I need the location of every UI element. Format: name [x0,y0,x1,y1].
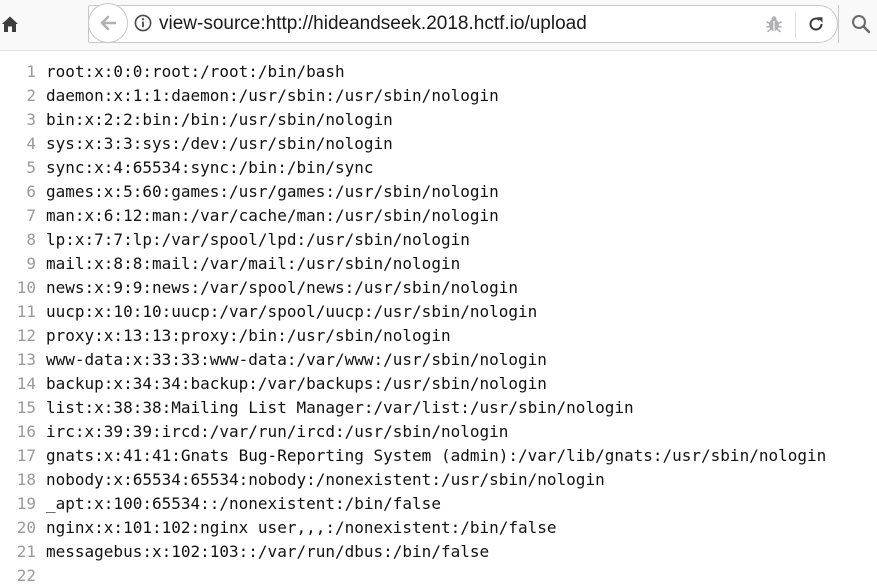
url-text[interactable]: view-source:http://hideandseek.2018.hctf… [159,13,587,35]
source-line: 18 nobody:x:65534:65534:nobody:/nonexiste… [0,468,877,492]
line-number: 4 [26,134,36,153]
source-line: 21 messagebus:x:102:103::/var/run/dbus:/b… [0,540,877,564]
source-line: 5 sync:x:4:65534:sync:/bin:/bin/sync [0,156,877,180]
line-content: irc:x:39:39:ircd:/var/run/ircd:/usr/sbin… [46,422,509,441]
line-number: 11 [16,302,36,321]
source-line: 22 [0,564,877,588]
source-line: 3 bin:x:2:2:bin:/bin:/usr/sbin/nologin [0,108,877,132]
line-number: 16 [16,422,36,441]
line-content: mail:x:8:8:mail:/var/mail:/usr/sbin/nolo… [46,254,461,273]
source-line: 12 proxy:x:13:13:proxy:/bin:/usr/sbin/nol… [0,324,877,348]
line-number: 1 [26,62,36,81]
line-content: gnats:x:41:41:Gnats Bug-Reporting System… [46,446,827,465]
info-icon[interactable] [134,14,152,32]
line-content: sync:x:4:65534:sync:/bin:/bin/sync [46,158,374,177]
line-content: www-data:x:33:33:www-data:/var/www:/usr/… [46,350,547,369]
source-line: 11 uucp:x:10:10:uucp:/var/spool/uucp:/usr… [0,300,877,324]
line-content: _apt:x:100:65534::/nonexistent:/bin/fals… [46,494,441,513]
line-number: 14 [16,374,36,393]
line-content: sys:x:3:3:sys:/dev:/usr/sbin/nologin [46,134,393,153]
reload-icon[interactable] [806,14,826,34]
source-line: 1 root:x:0:0:root:/root:/bin/bash [0,60,877,84]
line-number: 3 [26,110,36,129]
source-line: 7 man:x:6:12:man:/var/cache/man:/usr/sbin… [0,204,877,228]
source-view: 1 root:x:0:0:root:/root:/bin/bash 2 daemon:… [0,60,877,588]
source-line: 19 _apt:x:100:65534::/nonexistent:/bin/fa… [0,492,877,516]
line-content: daemon:x:1:1:daemon:/usr/sbin:/usr/sbin/… [46,86,499,105]
line-number: 19 [16,494,36,513]
line-number: 17 [16,446,36,465]
line-content: nginx:x:101:102:nginx user,,,:/nonexiste… [46,518,557,537]
line-content: man:x:6:12:man:/var/cache/man:/usr/sbin/… [46,206,499,225]
line-number: 7 [26,206,36,225]
source-line: 2 daemon:x:1:1:daemon:/usr/sbin:/usr/sbin… [0,84,877,108]
line-content: lp:x:7:7:lp:/var/spool/lpd:/usr/sbin/nol… [46,230,470,249]
line-number: 13 [16,350,36,369]
source-line: 8 lp:x:7:7:lp:/var/spool/lpd:/usr/sbin/no… [0,228,877,252]
line-number: 12 [16,326,36,345]
line-content: backup:x:34:34:backup:/var/backups:/usr/… [46,374,547,393]
search-icon[interactable] [850,13,872,35]
line-content: messagebus:x:102:103::/var/run/dbus:/bin… [46,542,490,561]
home-icon[interactable] [0,14,20,34]
line-number: 21 [16,542,36,561]
line-content: news:x:9:9:news:/var/spool/news:/usr/sbi… [46,278,519,297]
line-content: list:x:38:38:Mailing List Manager:/var/l… [46,398,634,417]
source-line: 14 backup:x:34:34:backup:/var/backups:/us… [0,372,877,396]
source-line: 20 nginx:x:101:102:nginx user,,,:/nonexis… [0,516,877,540]
line-content: nobody:x:65534:65534:nobody:/nonexistent… [46,470,605,489]
line-number: 22 [16,566,36,585]
source-line: 4 sys:x:3:3:sys:/dev:/usr/sbin/nologin [0,132,877,156]
line-number: 8 [26,230,36,249]
source-line: 16 irc:x:39:39:ircd:/var/run/ircd:/usr/sb… [0,420,877,444]
back-arrow-icon [100,15,117,31]
line-number: 10 [16,278,36,297]
line-number: 15 [16,398,36,417]
source-line: 15 list:x:38:38:Mailing List Manager:/var… [0,396,877,420]
line-number: 9 [26,254,36,273]
url-bar-separator [795,12,796,38]
line-content: games:x:5:60:games:/usr/games:/usr/sbin/… [46,182,499,201]
line-number: 6 [26,182,36,201]
line-number: 18 [16,470,36,489]
search-separator [838,5,839,43]
tracking-protection-icon[interactable] [764,14,784,34]
line-content: uucp:x:10:10:uucp:/var/spool/uucp:/usr/s… [46,302,538,321]
line-content: bin:x:2:2:bin:/bin:/usr/sbin/nologin [46,110,393,129]
source-line: 6 games:x:5:60:games:/usr/games:/usr/sbin… [0,180,877,204]
source-line: 10 news:x:9:9:news:/var/spool/news:/usr/s… [0,276,877,300]
line-content: proxy:x:13:13:proxy:/bin:/usr/sbin/nolog… [46,326,451,345]
source-line: 13 www-data:x:33:33:www-data:/var/www:/us… [0,348,877,372]
back-button[interactable] [88,3,128,43]
line-content: root:x:0:0:root:/root:/bin/bash [46,62,345,81]
line-number: 2 [26,86,36,105]
source-line: 9 mail:x:8:8:mail:/var/mail:/usr/sbin/nol… [0,252,877,276]
source-line: 17 gnats:x:41:41:Gnats Bug-Reporting Syst… [0,444,877,468]
browser-toolbar: view-source:http://hideandseek.2018.hctf… [0,0,877,51]
line-number: 20 [16,518,36,537]
line-number: 5 [26,158,36,177]
